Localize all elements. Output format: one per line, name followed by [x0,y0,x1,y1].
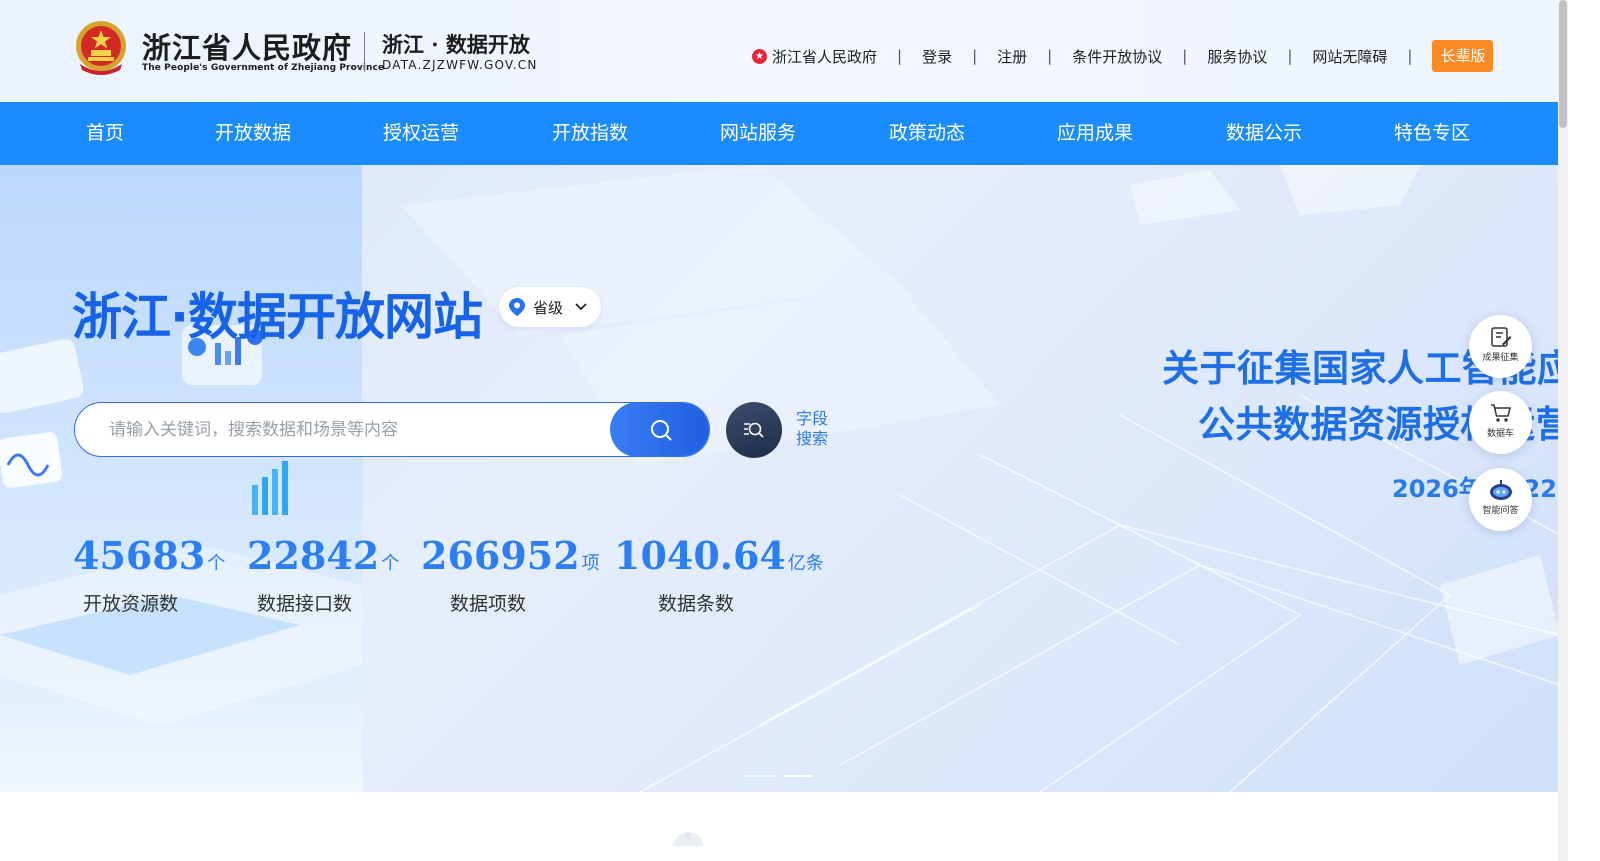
header-divider [364,32,365,72]
gov-name-en: The People's Government of Zhejiang Prov… [142,63,385,73]
field-search-icon [744,422,764,438]
edit-document-icon [1490,327,1511,347]
hero-title: 浙江·数据开放网站 [72,288,483,346]
stat-data-items-value: 266952 项 [421,533,600,578]
nav-item-policy-news[interactable]: 政策动态 [889,102,965,165]
carousel-dot[interactable] [745,775,775,777]
smart-qa-label: 智能问答 [1482,506,1519,516]
link-separator: | [972,47,978,65]
achievement-collection-label: 成果征集 [1482,353,1519,363]
smart-qa-button[interactable]: 智能问答 [1469,468,1532,531]
achievement-collection-button[interactable]: 成果征集 [1469,315,1532,378]
gov-portal-link-label: 浙江省人民政府 [772,47,878,66]
accessibility-link[interactable]: 网站无障碍 [1312,46,1387,67]
star-badge-icon: ★ [752,48,767,64]
nav-item-home[interactable]: 首页 [86,102,124,165]
carousel-indicators [745,775,813,777]
region-value: 省级 [533,298,564,317]
stat-open-resources-label: 开放资源数 [83,593,179,615]
login-link[interactable]: 登录 [922,46,952,67]
site-header: 浙江省人民政府 The People's Government of Zheji… [0,0,1558,102]
search-button[interactable] [610,403,709,456]
stat-data-items-label: 数据项数 [450,593,527,615]
conditional-agreement-link[interactable]: 条件开放协议 [1072,46,1162,67]
data-cart-label: 数据车 [1486,429,1514,439]
page-scrollbar[interactable] [1558,0,1568,861]
site-name-cn[interactable]: 浙江 · 数据开放 [382,29,530,59]
stat-api-count-label: 数据接口数 [257,593,353,615]
link-separator: | [1182,47,1188,65]
stat-value: 22842 [247,533,380,578]
scrollbar-thumb[interactable] [1559,0,1567,128]
page-right-edge [1568,0,1600,861]
main-nav: 首页 开放数据 授权运营 开放指数 网站服务 政策动态 应用成果 数据公示 特色… [0,102,1558,165]
gov-name-cn: 浙江省人民政府 [142,31,353,65]
section-decoration-graphic [672,832,704,846]
service-agreement-link[interactable]: 服务协议 [1207,46,1267,67]
stat-api-count-value: 22842 个 [247,533,399,578]
gov-portal-link[interactable]: ★ 浙江省人民政府 [752,46,877,67]
data-illustration-graphic [0,325,362,725]
stat-value: 45683 [73,533,206,578]
search-bar [74,402,710,457]
nav-item-site-services[interactable]: 网站服务 [720,102,796,165]
site-domain: DATA.ZJZWFW.GOV.CN [382,58,538,72]
link-separator: | [1287,47,1293,65]
elder-version-button[interactable]: 长辈版 [1432,40,1494,72]
search-icon [651,419,672,441]
stat-value: 266952 [421,533,580,578]
carousel-dot-active[interactable] [783,775,813,777]
robot-icon [1489,480,1512,500]
stat-open-resources-value: 45683 个 [73,533,225,578]
hero-banner: 浙江·数据开放网站 省级 字段搜索 45683个 开放资源数 22842个 数据… [0,165,1558,792]
nav-item-authorized-operation[interactable]: 授权运营 [383,102,459,165]
search-input[interactable] [75,403,615,456]
region-selector[interactable]: 省级 [499,287,601,327]
location-pin-icon [509,298,525,316]
field-search-button[interactable] [726,402,782,458]
nav-item-data-publicity[interactable]: 数据公示 [1226,102,1302,165]
data-cart-button[interactable]: 数据车 [1469,391,1532,454]
stat-unit: 亿条 [787,553,824,574]
stat-unit: 个 [381,553,400,574]
nav-item-featured-zone[interactable]: 特色专区 [1394,102,1470,165]
stat-unit: 项 [581,553,600,574]
chevron-down-icon [575,303,587,311]
stat-unit: 个 [207,553,226,574]
nav-item-open-index[interactable]: 开放指数 [552,102,628,165]
link-separator: | [897,47,903,65]
stat-data-records-label: 数据条数 [658,593,735,615]
cart-icon [1490,404,1511,422]
national-emblem-icon [76,21,126,75]
register-link[interactable]: 注册 [997,46,1027,67]
link-separator: | [1047,47,1053,65]
stat-data-records-value: 1040.64 亿条 [614,533,824,578]
field-search-label[interactable]: 字段搜索 [796,409,832,449]
nav-item-applications[interactable]: 应用成果 [1057,102,1133,165]
link-separator: | [1407,47,1413,65]
nav-item-open-data[interactable]: 开放数据 [215,102,291,165]
stat-value: 1040.64 [614,533,786,578]
top-links: ★ 浙江省人民政府 | 登录 | 注册 | 条件开放协议 | 服务协议 | 网站… [752,40,1494,72]
